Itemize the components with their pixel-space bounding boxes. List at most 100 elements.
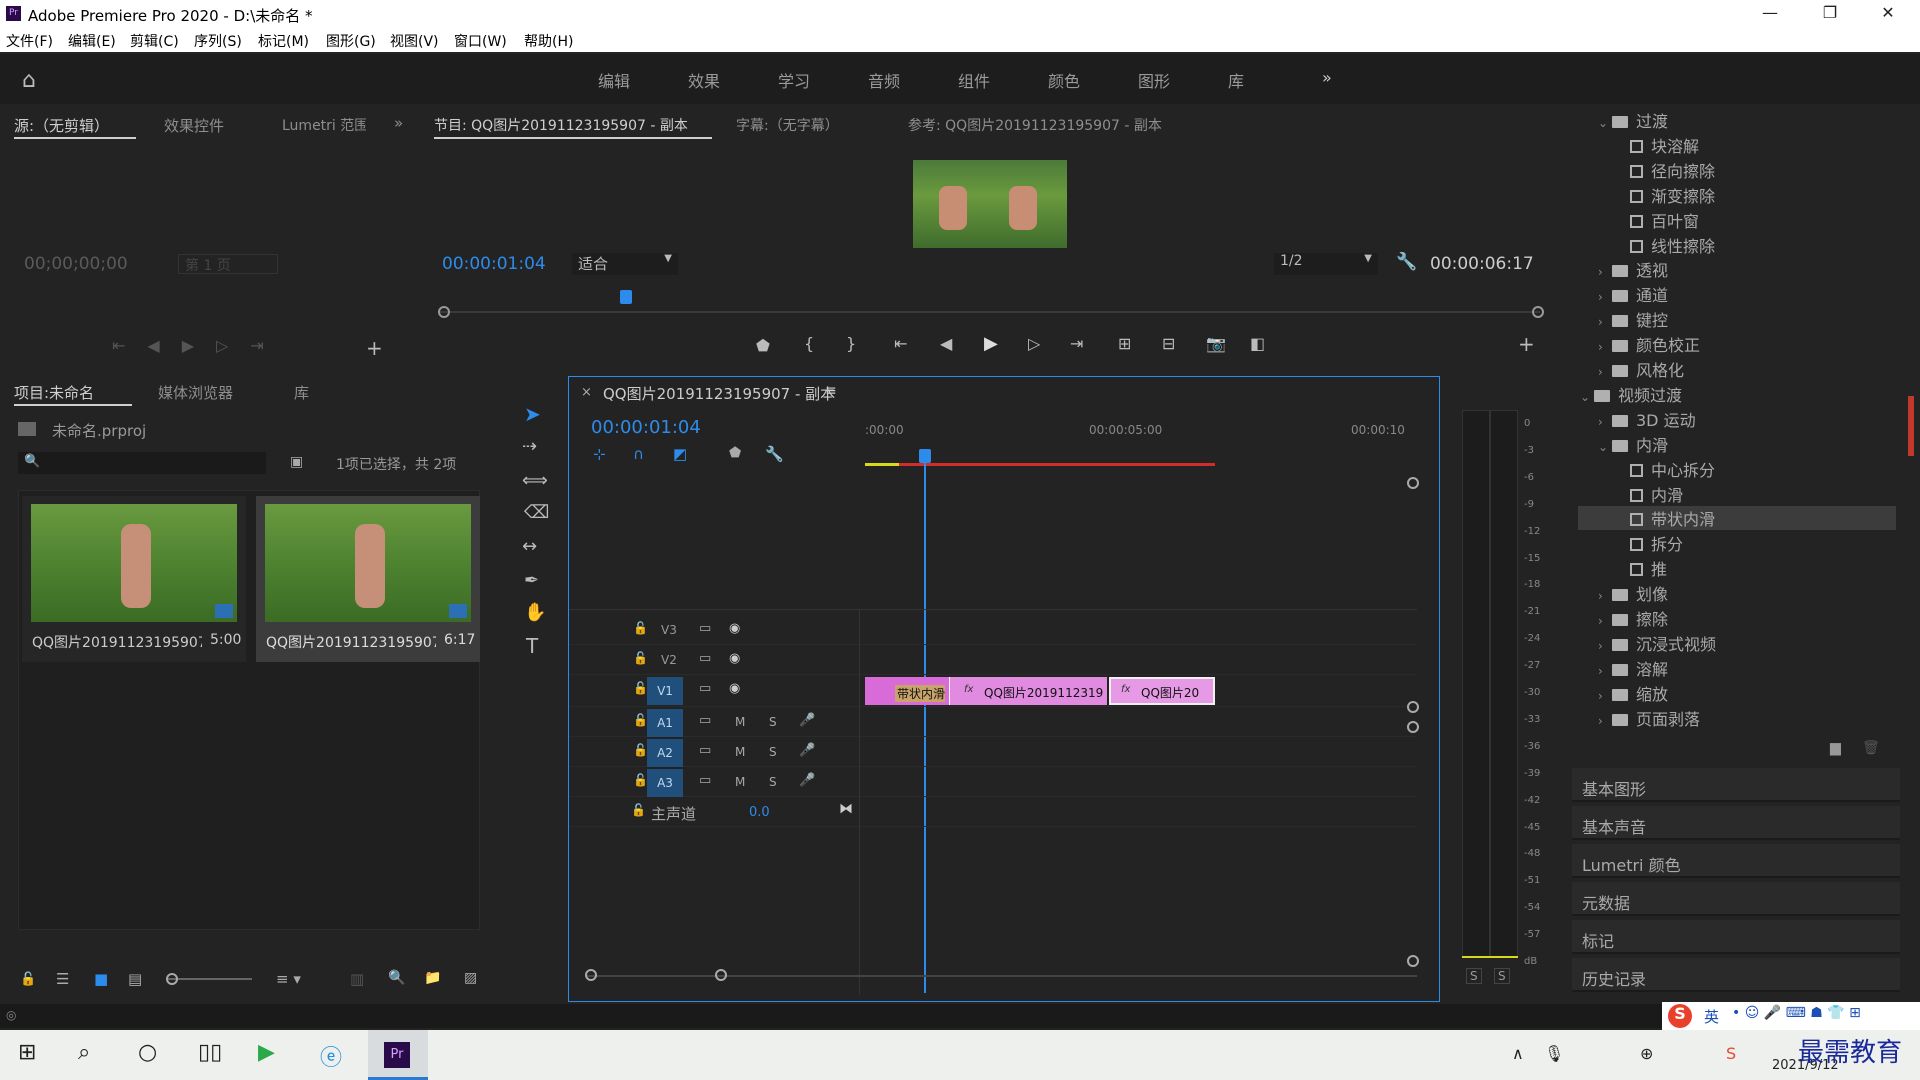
effects-folder[interactable]: ⌄ 视频过渡: [1580, 382, 1682, 406]
solo-button[interactable]: S: [769, 745, 777, 759]
fit-dropdown[interactable]: 适合 ▼: [572, 253, 678, 275]
vertical-zoom-handle[interactable]: [1407, 477, 1419, 489]
tab-effect-controls[interactable]: 效果控件: [164, 115, 224, 136]
ime-tools-icon[interactable]: • ☺ 🎤 ⌨ ☗ 👕 ⊞: [1732, 1005, 1861, 1021]
home-icon[interactable]: ⌂: [22, 68, 36, 93]
effect-item[interactable]: 内滑: [1616, 482, 1683, 506]
quality-dropdown[interactable]: 1/2 ▼: [1274, 253, 1378, 275]
chevron-right-icon[interactable]: ›: [1598, 639, 1612, 653]
tab-source[interactable]: 源:（无剪辑）: [14, 115, 109, 136]
tab-program[interactable]: 节目: QQ图片20191123195907 - 副本: [434, 115, 688, 135]
solo-left-button[interactable]: S: [1466, 968, 1482, 984]
track-label[interactable]: A3: [647, 769, 683, 797]
scroll-start-handle[interactable]: [585, 969, 597, 981]
ime-language[interactable]: 英: [1704, 1006, 1719, 1027]
track-label[interactable]: A2: [647, 739, 683, 767]
type-tool-icon[interactable]: T: [526, 634, 538, 658]
workspace-edit[interactable]: 编辑: [598, 68, 630, 92]
chevron-down-icon[interactable]: ⌄: [1598, 440, 1612, 454]
workspace-assembly[interactable]: 组件: [958, 68, 990, 92]
icon-view-icon[interactable]: ■: [94, 970, 108, 988]
search-icon[interactable]: ⌕: [78, 1040, 90, 1065]
source-transport-controls[interactable]: ⇤◀▶▷⇥: [112, 336, 286, 355]
source-page[interactable]: 第 1 页: [178, 254, 278, 274]
effects-folder[interactable]: › 颜色校正: [1598, 332, 1700, 356]
sogou-logo-icon[interactable]: S: [1668, 1004, 1692, 1028]
selection-tool-icon[interactable]: ➤: [524, 402, 541, 426]
list-view-icon[interactable]: ☰: [56, 970, 69, 988]
scroll-end-handle[interactable]: [715, 969, 727, 981]
horizontal-scrollbar[interactable]: [587, 975, 1417, 977]
more-panels-icon[interactable]: »: [394, 114, 403, 132]
delete-icon[interactable]: 🗑: [1862, 740, 1880, 756]
panel-essential-graphics[interactable]: 基本图形: [1572, 768, 1900, 802]
mute-button[interactable]: M: [735, 715, 745, 729]
chevron-right-icon[interactable]: ›: [1598, 290, 1612, 304]
mark-out-icon[interactable]: }: [846, 334, 856, 353]
effects-folder[interactable]: › 沉浸式视频: [1598, 631, 1716, 655]
workspace-learn[interactable]: 学习: [778, 68, 810, 92]
mute-button[interactable]: M: [735, 745, 745, 759]
chevron-right-icon[interactable]: ›: [1598, 265, 1612, 279]
panel-metadata[interactable]: 元数据: [1572, 882, 1900, 916]
sync-lock-icon[interactable]: ▭: [699, 713, 711, 728]
sync-lock-icon[interactable]: ▭: [699, 651, 711, 666]
video-clip[interactable]: fx QQ图片20191123195: [949, 677, 1107, 705]
start-icon[interactable]: ⊞: [18, 1040, 36, 1065]
master-expand-icon[interactable]: ⧓: [839, 801, 853, 817]
track-label[interactable]: V2: [661, 653, 677, 667]
browser-icon[interactable]: ⓔ: [320, 1040, 342, 1072]
automate-icon[interactable]: ▥: [350, 970, 364, 988]
program-timecode[interactable]: 00:00:01:04: [442, 254, 546, 274]
lock-icon[interactable]: 🔓: [633, 651, 648, 665]
nest-icon[interactable]: ◩: [673, 445, 687, 463]
transition-clip[interactable]: 带状内滑: [865, 677, 949, 705]
lock-icon[interactable]: 🔓: [633, 621, 648, 635]
solo-button[interactable]: S: [769, 715, 777, 729]
effect-item[interactable]: 推: [1616, 556, 1667, 580]
workspace-audio[interactable]: 音频: [868, 68, 900, 92]
sequence-menu-icon[interactable]: ≡: [825, 383, 837, 399]
effects-folder[interactable]: › 风格化: [1598, 357, 1684, 381]
play-icon[interactable]: ▶: [984, 333, 998, 354]
menu-sequence[interactable]: 序列(S): [194, 31, 242, 51]
hand-tool-icon[interactable]: ✋: [524, 602, 546, 623]
pen-tool-icon[interactable]: ✒: [524, 570, 539, 591]
menu-help[interactable]: 帮助(H): [524, 31, 573, 51]
chevron-right-icon[interactable]: ›: [1598, 664, 1612, 678]
tab-reference[interactable]: 参考: QQ图片20191123195907 - 副本: [908, 115, 1162, 135]
menu-window[interactable]: 窗口(W): [454, 31, 507, 51]
chevron-right-icon[interactable]: ›: [1598, 340, 1612, 354]
effects-scrollbar[interactable]: [1908, 396, 1914, 456]
timeline-playhead-marker[interactable]: [919, 449, 931, 463]
lock-icon[interactable]: 🔓: [633, 681, 648, 695]
effect-item[interactable]: 中心拆分: [1616, 457, 1715, 481]
tab-captions[interactable]: 字幕:（无字幕）: [736, 115, 839, 135]
go-to-in-icon[interactable]: ⇤: [894, 334, 907, 353]
microphone-icon[interactable]: 🎤: [799, 743, 815, 758]
sequence-title[interactable]: QQ图片20191123195907 - 副本: [603, 383, 835, 404]
source-add-button-icon[interactable]: +: [366, 336, 383, 360]
vertical-zoom-handle[interactable]: [1407, 701, 1419, 713]
chevron-down-icon[interactable]: ⌄: [1598, 116, 1612, 130]
zoom-slider[interactable]: [166, 973, 252, 985]
scrub-end-handle[interactable]: [1532, 306, 1544, 318]
effects-folder[interactable]: › 缩放: [1598, 681, 1668, 705]
export-frame-icon[interactable]: 📷: [1206, 334, 1226, 353]
lock-icon[interactable]: 🔓: [631, 803, 646, 817]
menu-view[interactable]: 视图(V): [390, 31, 439, 51]
menu-marker[interactable]: 标记(M): [258, 31, 309, 51]
effect-item[interactable]: 块溶解: [1616, 133, 1699, 157]
mark-in-icon[interactable]: {: [804, 334, 814, 353]
slip-tool-icon[interactable]: ↔: [522, 536, 537, 557]
new-item-icon[interactable]: ▨: [464, 970, 477, 986]
sync-lock-icon[interactable]: ▭: [699, 743, 711, 758]
workspace-effects[interactable]: 效果: [688, 68, 720, 92]
menu-clip[interactable]: 剪辑(C): [130, 31, 179, 51]
network-icon[interactable]: ⊕: [1640, 1044, 1653, 1063]
chevron-right-icon[interactable]: ›: [1598, 689, 1612, 703]
program-add-button-icon[interactable]: +: [1518, 332, 1535, 356]
work-area-bar[interactable]: [865, 463, 1215, 466]
add-marker-icon[interactable]: ⬟: [756, 336, 770, 355]
microphone-icon[interactable]: 🎙: [1544, 1044, 1564, 1063]
